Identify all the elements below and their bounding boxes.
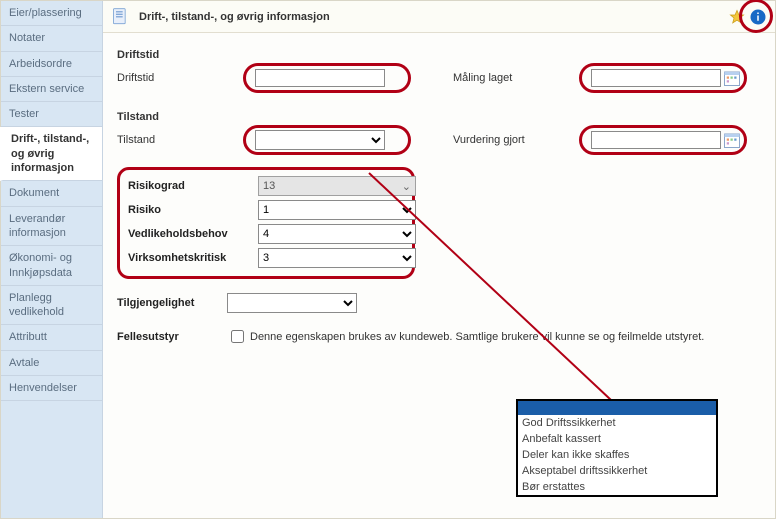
chevron-down-icon: ⌄ — [402, 180, 411, 193]
checkbox-fellesutstyr[interactable] — [231, 330, 244, 343]
sidebar-item-eier[interactable]: Eier/plassering — [1, 1, 102, 26]
sidebar-item-arbeidsordre[interactable]: Arbeidsordre — [1, 52, 102, 77]
sidebar-item-ekstern[interactable]: Ekstern service — [1, 77, 102, 102]
sidebar-item-okonomi[interactable]: Økonomi- og Innkjøpsdata — [1, 246, 102, 286]
readonly-risikograd: 13 ⌄ — [258, 176, 416, 196]
sidebar-item-attributt[interactable]: Attributt — [1, 325, 102, 350]
dropdown-option[interactable]: Akseptabel driftssikkerhet — [518, 463, 716, 479]
dropdown-option[interactable]: Deler kan ikke skaffes — [518, 447, 716, 463]
page-icon — [111, 7, 131, 27]
label-virksomhetskritisk: Virksomhetskritisk — [128, 252, 258, 264]
label-tilstand: Tilstand — [117, 134, 227, 146]
tilstand-grid: Tilstand Vurdering gjort — [117, 127, 761, 153]
label-fellesutstyr: Fellesutstyr — [117, 331, 227, 343]
select-tilgjengelighet[interactable] — [227, 293, 357, 313]
dropdown-header — [518, 401, 716, 415]
label-tilgjengelighet: Tilgjengelighet — [117, 297, 227, 309]
content-area: Driftstid Driftstid Måling laget — [103, 33, 775, 354]
sidebar-item-planlegg[interactable]: Planlegg vedlikehold — [1, 286, 102, 326]
select-virksomhetskritisk[interactable]: 3 — [258, 248, 416, 268]
sidebar-item-avtale[interactable]: Avtale — [1, 351, 102, 376]
desc-fellesutstyr: Denne egenskapen brukes av kundeweb. Sam… — [250, 331, 704, 343]
dropdown-option[interactable]: Bør erstattes — [518, 479, 716, 495]
sidebar-item-drift[interactable]: Drift-, tilstand-, og øvrig informasjon — [0, 127, 102, 181]
select-vedlikeholdsbehov[interactable]: 4 — [258, 224, 416, 244]
input-driftstid[interactable] — [255, 69, 385, 87]
value-risikograd: 13 — [263, 180, 275, 192]
risk-grid: Risikograd 13 ⌄ Risiko 1 Vedlikeholdsbeh… — [128, 176, 404, 268]
app-root: Eier/plassering Notater Arbeidsordre Eks… — [0, 0, 776, 519]
dropdown-option[interactable]: Anbefalt kassert — [518, 431, 716, 447]
label-vedlikeholdsbehov: Vedlikeholdsbehov — [128, 228, 258, 240]
page-title: Drift-, tilstand-, og øvrig informasjon — [139, 11, 729, 23]
sidebar-item-dokument[interactable]: Dokument — [1, 181, 102, 206]
calendar-icon[interactable] — [723, 69, 741, 87]
select-tilstand[interactable] — [255, 130, 385, 150]
section-title-tilstand: Tilstand — [117, 111, 761, 123]
label-driftstid: Driftstid — [117, 72, 227, 84]
input-maling-laget[interactable] — [591, 69, 721, 87]
label-risiko: Risiko — [128, 204, 258, 216]
info-icon[interactable] — [749, 8, 767, 26]
section-title-driftstid: Driftstid — [117, 49, 761, 61]
sidebar-item-henvendelser[interactable]: Henvendelser — [1, 376, 102, 401]
input-vurdering-gjort[interactable] — [591, 131, 721, 149]
label-risikograd: Risikograd — [128, 180, 258, 192]
title-bar: Drift-, tilstand-, og øvrig informasjon — [103, 1, 775, 33]
select-risiko[interactable]: 1 — [258, 200, 416, 220]
sidebar-item-tester[interactable]: Tester — [1, 102, 102, 127]
calendar-icon[interactable] — [723, 131, 741, 149]
risk-block: Risikograd 13 ⌄ Risiko 1 Vedlikeholdsbeh… — [117, 167, 415, 279]
label-vurdering-gjort: Vurdering gjort — [453, 134, 563, 146]
tilstand-dropdown-popup: God Driftssikkerhet Anbefalt kassert Del… — [516, 399, 718, 497]
favorite-star-icon[interactable] — [729, 9, 745, 25]
sidebar-item-notater[interactable]: Notater — [1, 26, 102, 51]
driftstid-grid: Driftstid Måling laget — [117, 65, 761, 91]
label-maling-laget: Måling laget — [453, 72, 563, 84]
sidebar: Eier/plassering Notater Arbeidsordre Eks… — [1, 1, 103, 518]
lower-grid: Tilgjengelighet Fellesutstyr Denne egens… — [117, 293, 761, 346]
dropdown-option[interactable]: God Driftssikkerhet — [518, 415, 716, 431]
sidebar-item-leverandor[interactable]: Leverandør informasjon — [1, 207, 102, 247]
